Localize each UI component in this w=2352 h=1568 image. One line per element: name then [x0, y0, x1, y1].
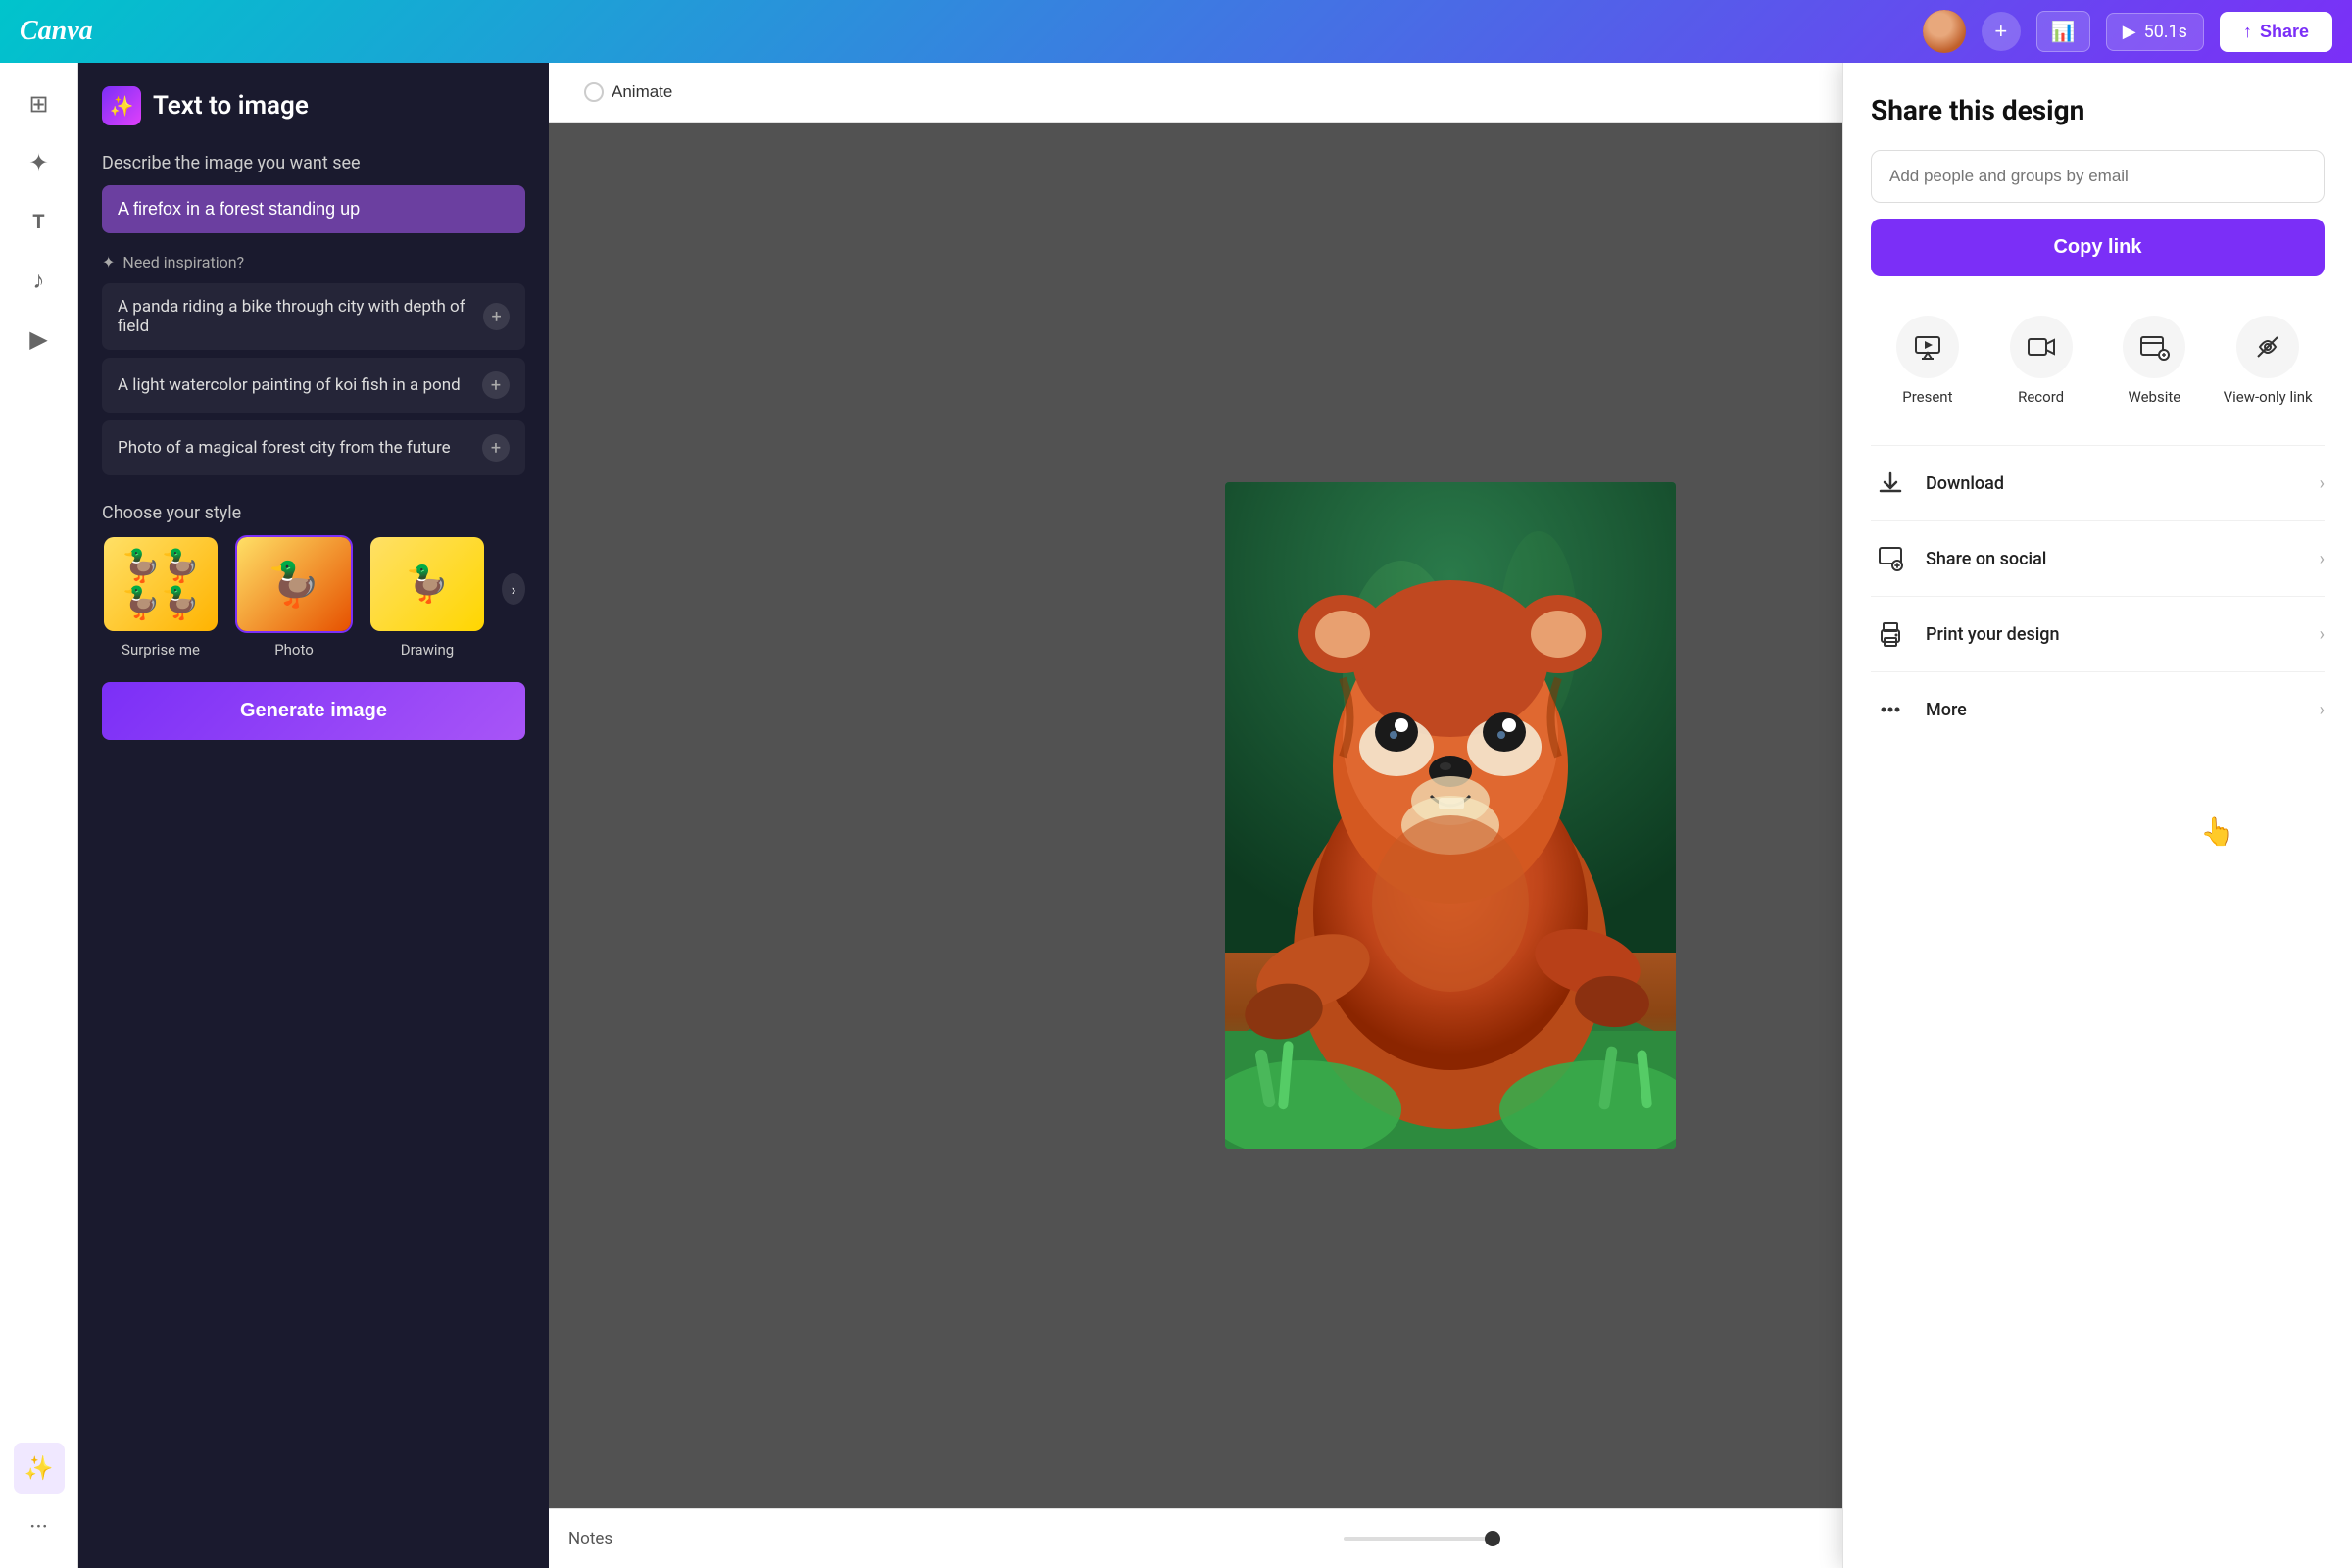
social-chevron: › [2320, 549, 2325, 569]
style-grid: 🦆🦆🦆🦆 Surprise me 🦆 Photo 🦆 Drawing › [102, 535, 525, 659]
present-option[interactable]: Present [1871, 304, 1984, 417]
add-inspiration-3[interactable]: + [482, 434, 510, 462]
toolbar-text[interactable]: T [14, 196, 65, 247]
describe-input[interactable] [102, 185, 525, 233]
share-icon: ↑ [2243, 22, 2252, 42]
style-drawing-thumb: 🦆 [368, 535, 486, 633]
website-option[interactable]: Website [2098, 304, 2212, 417]
style-drawing-label: Drawing [401, 641, 454, 659]
header: Canva + 📊 ▶ 50.1s ↑ Share [0, 0, 2352, 63]
view-only-option[interactable]: View-only link [2211, 304, 2325, 417]
view-only-icon [2236, 316, 2299, 378]
email-input[interactable] [1871, 150, 2325, 203]
toolbar-ai-generate[interactable]: ✨ [14, 1443, 65, 1494]
website-icon [2123, 316, 2185, 378]
copy-link-button[interactable]: Copy link [1871, 219, 2325, 276]
main-layout: ⊞ ✦ T ♪ ▶ ✨ ··· ✨ Text to image Describe… [0, 63, 2352, 1568]
toolbar-layout[interactable]: ⊞ [14, 78, 65, 129]
cursor-indicator: 👆 [2200, 815, 2234, 848]
timer-display: ▶ 50.1s [2106, 13, 2204, 51]
inspiration-item-1[interactable]: A panda riding a bike through city with … [102, 283, 525, 350]
style-photo-label: Photo [274, 641, 314, 659]
notes-label: Notes [568, 1529, 612, 1548]
toolbar-audio[interactable]: ♪ [14, 255, 65, 306]
chart-icon: 📊 [2051, 20, 2076, 43]
play-icon: ▶ [2123, 22, 2136, 42]
social-icon [1871, 539, 1910, 578]
print-option[interactable]: Print your design › [1871, 596, 2325, 671]
record-icon [2010, 316, 2073, 378]
left-toolbar: ⊞ ✦ T ♪ ▶ ✨ ··· [0, 63, 78, 1568]
style-photo-thumb: 🦆 [235, 535, 353, 633]
print-icon [1871, 614, 1910, 654]
panel-header: ✨ Text to image [102, 86, 525, 125]
more-icon [1871, 690, 1910, 729]
social-label: Share on social [1926, 549, 2304, 569]
inspiration-item-2[interactable]: A light watercolor painting of koi fish … [102, 358, 525, 413]
style-surprise-label: Surprise me [122, 641, 200, 659]
logo: Canva [20, 16, 93, 47]
zoom-thumb[interactable] [1485, 1531, 1500, 1546]
sparkle-icon: ✦ [102, 253, 115, 271]
share-title: Share this design [1871, 94, 2325, 126]
zoom-track[interactable] [1344, 1537, 1500, 1541]
download-label: Download [1926, 473, 2304, 494]
add-button[interactable]: + [1982, 12, 2021, 51]
generate-button[interactable]: Generate image [102, 682, 525, 740]
more-label: More [1926, 700, 2304, 720]
style-surprise-thumb: 🦆🦆🦆🦆 [102, 535, 220, 633]
record-label: Record [2018, 388, 2064, 406]
style-next-button[interactable]: › [502, 573, 525, 605]
add-inspiration-1[interactable]: + [483, 303, 510, 330]
style-label: Choose your style [102, 503, 525, 523]
share-icons-row: Present Record [1871, 304, 2325, 417]
animate-icon [584, 82, 604, 102]
more-chevron: › [2320, 700, 2325, 720]
inspiration-item-3[interactable]: Photo of a magical forest city from the … [102, 420, 525, 475]
text-to-image-icon: ✨ [102, 86, 141, 125]
print-chevron: › [2320, 624, 2325, 645]
present-label: Present [1902, 388, 1952, 406]
more-option[interactable]: More › [1871, 671, 2325, 747]
social-option[interactable]: Share on social › [1871, 520, 2325, 596]
left-panel: ✨ Text to image Describe the image you w… [78, 63, 549, 1568]
toolbar-elements[interactable]: ✦ [14, 137, 65, 188]
add-inspiration-2[interactable]: + [482, 371, 510, 399]
style-surprise[interactable]: 🦆🦆🦆🦆 Surprise me [102, 535, 220, 659]
analytics-button[interactable]: 📊 [2036, 11, 2090, 52]
inspiration-header: ✦ Need inspiration? [102, 253, 525, 271]
toolbar-more[interactable]: ··· [14, 1501, 65, 1552]
print-label: Print your design [1926, 624, 2304, 645]
website-label: Website [2129, 388, 2181, 406]
download-chevron: › [2320, 473, 2325, 494]
download-option[interactable]: Download › [1871, 445, 2325, 520]
avatar[interactable] [1923, 10, 1966, 53]
style-drawing[interactable]: 🦆 Drawing [368, 535, 486, 659]
share-button[interactable]: ↑ Share [2220, 12, 2332, 52]
describe-label: Describe the image you want see [102, 153, 525, 173]
share-panel: Share this design Copy link Present [1842, 63, 2352, 1568]
canvas-area: Animate [549, 63, 2352, 1568]
view-only-label: View-only link [2224, 388, 2313, 406]
panel-title-label: Text to image [153, 91, 309, 121]
toolbar-video[interactable]: ▶ [14, 314, 65, 365]
record-option[interactable]: Record [1984, 304, 2098, 417]
animate-button[interactable]: Animate [568, 74, 688, 110]
present-icon [1896, 316, 1959, 378]
canvas-image [1225, 482, 1676, 1149]
download-icon [1871, 464, 1910, 503]
style-photo[interactable]: 🦆 Photo [235, 535, 353, 659]
